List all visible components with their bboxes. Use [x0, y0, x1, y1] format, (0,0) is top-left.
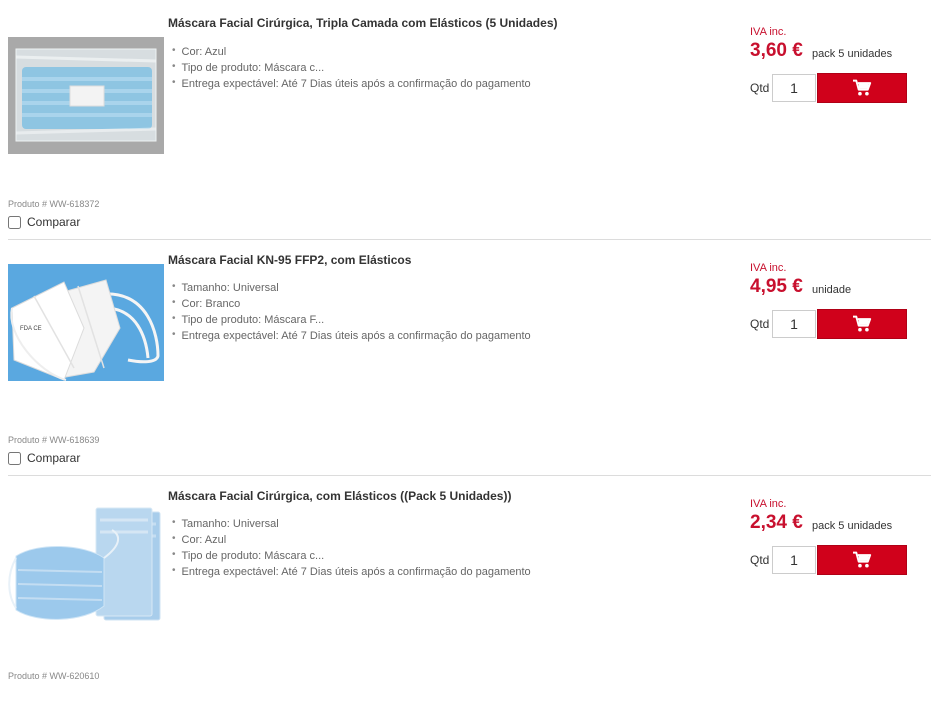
shopping-cart-icon	[853, 315, 872, 332]
product-attributes: Tamanho: Universal Cor: Azul Tipo de pro…	[172, 516, 531, 580]
product-image[interactable]	[8, 37, 164, 154]
tax-note: IVA inc.	[750, 26, 787, 38]
product-item: Máscara Facial Cirúrgica, com Elásticos …	[0, 472, 931, 708]
attribute-item: Tipo de produto: Máscara c...	[172, 60, 531, 76]
product-title[interactable]: Máscara Facial Cirúrgica, Tripla Camada …	[168, 16, 557, 30]
quantity-label: Qtd	[750, 553, 770, 567]
product-image[interactable]: FDA CE	[8, 264, 164, 381]
compare-control[interactable]: Comparar	[8, 215, 80, 229]
price-unit: pack 5 unidades	[812, 520, 893, 532]
price-unit: unidade	[812, 284, 852, 296]
attribute-item: Cor: Branco	[172, 296, 531, 312]
compare-checkbox[interactable]	[8, 451, 21, 465]
attribute-item: Entrega expectável: Até 7 Dias úteis apó…	[172, 328, 531, 344]
attribute-item: Tipo de produto: Máscara c...	[172, 548, 531, 564]
compare-checkbox[interactable]	[8, 215, 21, 229]
add-to-cart-button[interactable]	[817, 73, 907, 103]
attribute-item: Tamanho: Universal	[172, 280, 531, 296]
attribute-item: Cor: Azul	[172, 44, 531, 60]
product-item: Máscara Facial Cirúrgica, Tripla Camada …	[0, 0, 931, 236]
product-title[interactable]: Máscara Facial Cirúrgica, com Elásticos …	[168, 489, 511, 503]
shopping-cart-icon	[853, 79, 872, 96]
product-sku: Produto # WW-620610	[8, 671, 100, 681]
product-attributes: Tamanho: Universal Cor: Branco Tipo de p…	[172, 280, 531, 344]
compare-label: Comparar	[27, 451, 81, 465]
product-sku: Produto # WW-618639	[8, 435, 100, 445]
quantity-label: Qtd	[750, 81, 770, 95]
add-to-cart-button[interactable]	[817, 309, 907, 339]
quantity-label: Qtd	[750, 317, 770, 331]
price: 3,60 €	[750, 40, 803, 61]
quantity-input[interactable]	[772, 546, 816, 574]
product-image[interactable]	[8, 506, 164, 632]
product-item: FDA CE Máscara Facial KN-95 FFP2, com El…	[0, 236, 931, 472]
product-attributes: Cor: Azul Tipo de produto: Máscara c... …	[172, 44, 531, 92]
compare-control[interactable]: Comparar	[8, 451, 80, 465]
quantity-input[interactable]	[772, 74, 816, 102]
attribute-item: Cor: Azul	[172, 532, 531, 548]
compare-label: Comparar	[27, 215, 81, 229]
svg-text:FDA CE: FDA CE	[20, 326, 42, 332]
attribute-item: Tamanho: Universal	[172, 516, 531, 532]
attribute-item: Entrega expectável: Até 7 Dias úteis apó…	[172, 76, 531, 92]
price: 2,34 €	[750, 512, 803, 533]
quantity-input[interactable]	[772, 310, 816, 338]
price-unit: pack 5 unidades	[812, 48, 893, 60]
product-sku: Produto # WW-618372	[8, 199, 100, 209]
tax-note: IVA inc.	[750, 498, 787, 510]
attribute-item: Entrega expectável: Até 7 Dias úteis apó…	[172, 564, 531, 580]
add-to-cart-button[interactable]	[817, 545, 907, 575]
tax-note: IVA inc.	[750, 262, 787, 274]
price: 4,95 €	[750, 276, 803, 297]
attribute-item: Tipo de produto: Máscara F...	[172, 312, 531, 328]
product-title[interactable]: Máscara Facial KN-95 FFP2, com Elásticos	[168, 253, 411, 267]
shopping-cart-icon	[853, 551, 872, 568]
